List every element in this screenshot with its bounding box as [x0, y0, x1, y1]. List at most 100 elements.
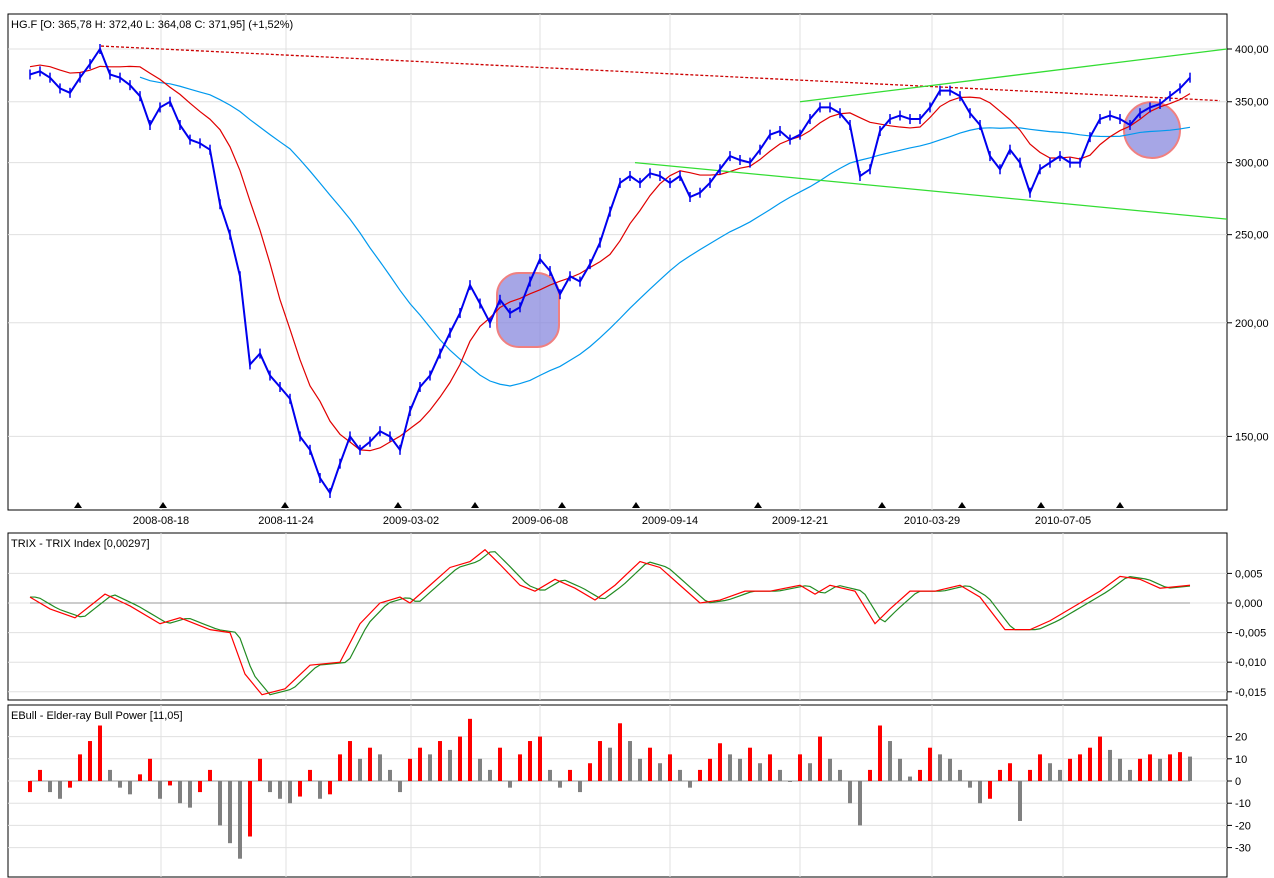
bull-power-bar: [418, 747, 422, 781]
bull-power-bar: [968, 781, 972, 788]
bull-power-bar: [68, 781, 72, 788]
y-tick-label: -10: [1235, 798, 1251, 810]
bull-power-bar: [428, 754, 432, 781]
bull-power-bar: [748, 747, 752, 781]
bull-power-bar: [908, 776, 912, 781]
bull-power-bar: [1088, 747, 1092, 781]
bull-power-bar: [248, 781, 252, 837]
bull-power-bar: [678, 769, 682, 781]
x-tick-label: 2009-06-08: [512, 515, 568, 527]
x-tick-label: 2008-08-18: [133, 515, 189, 527]
bull-power-bar: [118, 781, 122, 788]
y-tick-label: 0: [1235, 776, 1241, 788]
bull-power-bar: [1008, 763, 1012, 781]
bull-power-bar: [578, 781, 582, 793]
bull-power-bar: [638, 758, 642, 781]
bull-power-bar: [358, 758, 362, 781]
bull-power-bar: [1078, 754, 1082, 781]
y-tick-label: 350,00: [1235, 97, 1269, 109]
y-tick-label: -0,015: [1235, 687, 1266, 699]
bull-power-bar: [378, 754, 382, 781]
bull-power-bar: [1108, 749, 1112, 781]
trix-panel-frame: [7, 532, 1228, 701]
bull-panel-title: EBull - Elder-ray Bull Power [11,05]: [11, 710, 183, 722]
bull-power-bar: [148, 758, 152, 781]
bull-power-bar: [628, 741, 632, 781]
y-tick-label: -30: [1235, 843, 1251, 855]
bull-power-bar: [368, 747, 372, 781]
bull-power-bar: [498, 747, 502, 781]
bull-power-bar: [598, 741, 602, 781]
bull-power-bar: [108, 769, 112, 781]
stock-chart: 400,00 350,00 300,00 250,00 200,00 150,00 HG.…: [7, 13, 1269, 878]
bull-power-bar: [228, 781, 232, 844]
bull-power-bar: [1028, 769, 1032, 781]
bull-power-bar: [388, 769, 392, 781]
y-tick-label: 250,00: [1235, 230, 1269, 242]
bull-power-bar: [698, 769, 702, 781]
bull-power-bar: [818, 736, 822, 781]
bull-power-bar: [208, 769, 212, 781]
bull-power-bar: [938, 754, 942, 781]
y-tick-label: -0,010: [1235, 657, 1266, 669]
bull-power-bar: [588, 763, 592, 781]
bull-power-bar: [408, 758, 412, 781]
bull-power-bar: [488, 769, 492, 781]
bull-power-bar: [878, 725, 882, 781]
bull-power-bar: [438, 741, 442, 781]
x-tick-label: 2010-03-29: [904, 515, 960, 527]
price-panel-frame: [7, 13, 1228, 511]
bull-power-bar: [98, 725, 102, 781]
bull-power-bar: [348, 741, 352, 781]
bull-power-bar: [1068, 758, 1072, 781]
bull-power-bar: [658, 763, 662, 781]
bull-power-bar: [608, 747, 612, 781]
bull-power-bar: [198, 781, 202, 793]
y-tick-label: 200,00: [1235, 318, 1269, 330]
y-tick-label: 400,00: [1235, 44, 1269, 56]
bull-power-bar: [548, 769, 552, 781]
bull-power-bar: [478, 758, 482, 781]
x-tick-label: 2008-11-24: [258, 515, 313, 527]
bull-power-bar: [1058, 769, 1062, 781]
bull-power-bar: [1128, 769, 1132, 781]
x-tick-label: 2009-03-02: [383, 515, 439, 527]
bull-power-bar: [88, 741, 92, 781]
bull-power-bar: [1048, 763, 1052, 781]
bull-power-bar: [1158, 758, 1162, 781]
bull-power-bar: [828, 758, 832, 781]
y-tick-label: 10: [1235, 754, 1247, 766]
bull-power-bar: [618, 723, 622, 781]
bull-power-bar: [528, 741, 532, 781]
bull-power-bar: [38, 769, 42, 781]
bull-power-bar: [268, 781, 272, 793]
bull-power-bar: [298, 781, 302, 797]
bull-power-bar: [718, 743, 722, 781]
bull-power-bar: [728, 754, 732, 781]
bull-power-bar: [258, 758, 262, 781]
bull-power-bar: [898, 758, 902, 781]
bull-power-bar: [688, 781, 692, 788]
bull-power-bar: [708, 758, 712, 781]
bull-power-bar: [998, 769, 1002, 781]
bull-power-bar: [788, 781, 792, 782]
bull-power-bar: [918, 769, 922, 781]
y-tick-label: 0,000: [1235, 598, 1263, 610]
bull-power-bar: [768, 754, 772, 781]
y-tick-label: 0,005: [1235, 568, 1263, 580]
bull-power-bar: [318, 781, 322, 799]
bull-power-bar: [958, 769, 962, 781]
bull-power-bar: [138, 774, 142, 781]
bull-power-bar: [128, 781, 132, 795]
bull-power-bar: [158, 781, 162, 799]
bull-power-bar: [1178, 752, 1182, 781]
bull-power-bar: [458, 736, 462, 781]
bull-power-bar: [1188, 756, 1192, 781]
bull-power-bar: [328, 781, 332, 795]
bull-power-bar: [848, 781, 852, 804]
bull-power-bar: [928, 747, 932, 781]
bull-power-bar: [758, 763, 762, 781]
bull-power-bar: [668, 754, 672, 781]
y-tick-label: 300,00: [1235, 158, 1269, 170]
bull-power-bar: [858, 781, 862, 826]
